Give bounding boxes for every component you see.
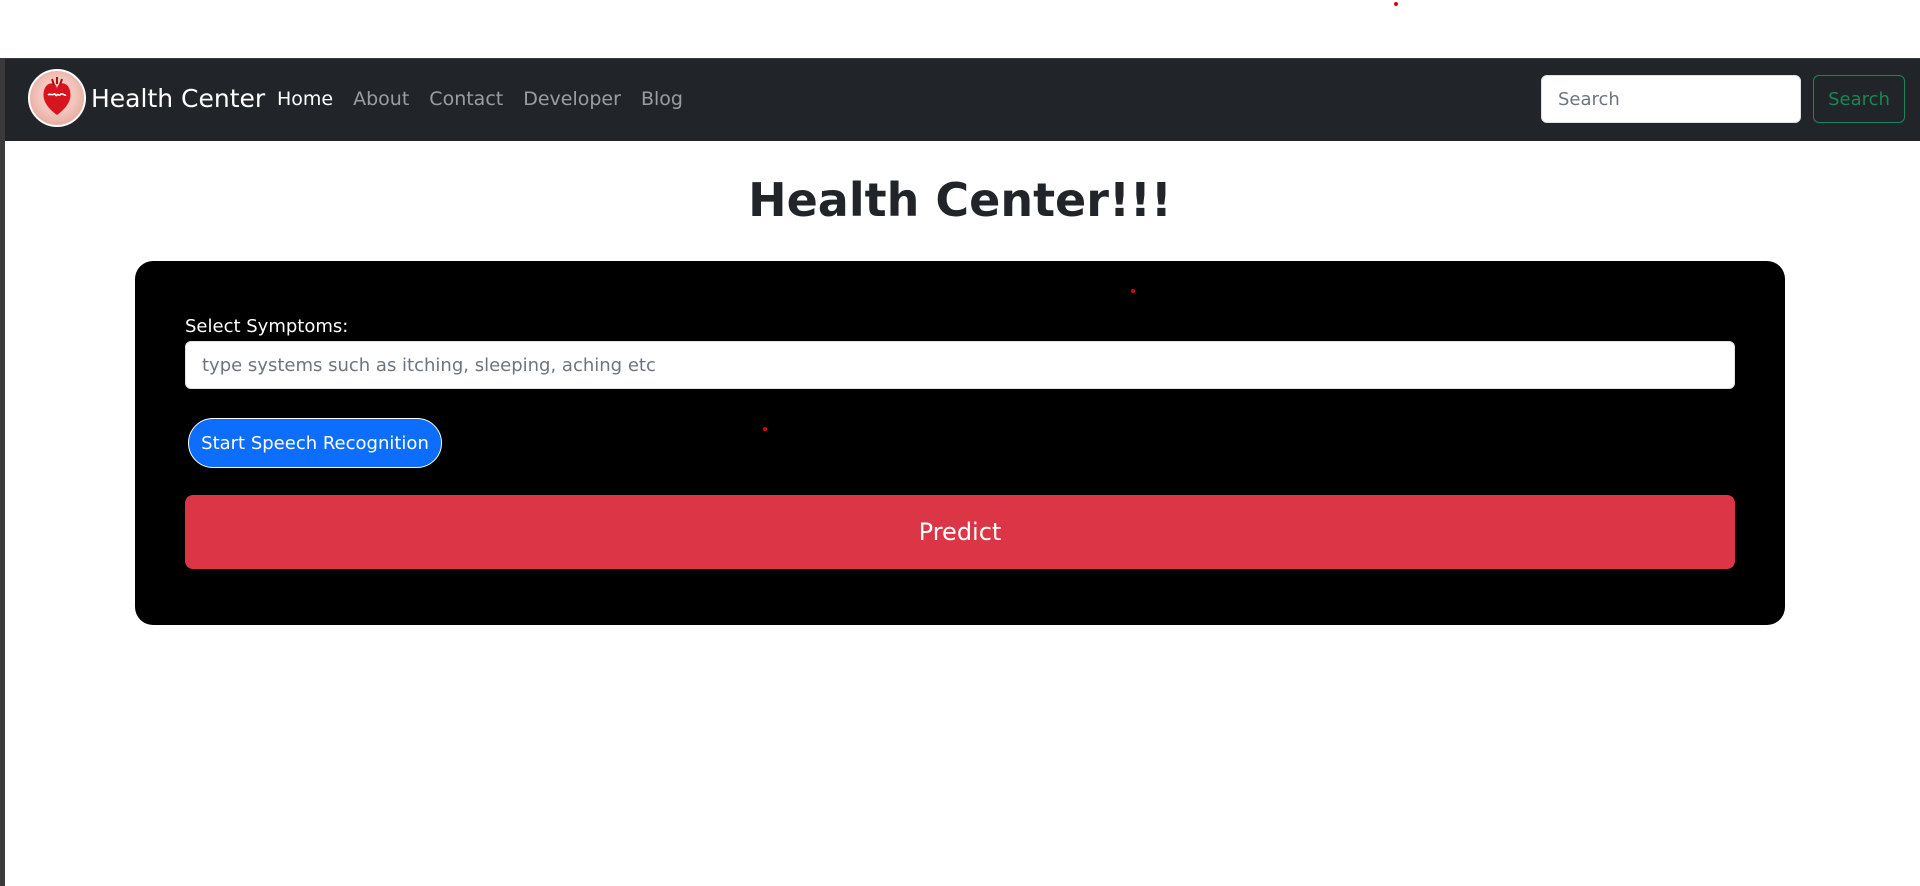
page-title: Health Center!!!	[748, 173, 1172, 227]
nav-link-contact[interactable]: Contact	[419, 86, 513, 112]
search-button[interactable]: Search	[1813, 75, 1905, 123]
symptoms-label: Select Symptoms:	[185, 316, 349, 337]
nav-link-home[interactable]: Home	[267, 86, 343, 112]
symptom-form-card: Select Symptoms: Start Speech Recognitio…	[135, 261, 1785, 625]
browser-top-area	[0, 0, 1920, 58]
symptoms-input[interactable]	[185, 341, 1735, 389]
red-dot-marker	[763, 427, 767, 431]
brand-name[interactable]: Health Center	[91, 83, 265, 115]
nav-link-developer[interactable]: Developer	[513, 86, 631, 112]
start-speech-recognition-button[interactable]: Start Speech Recognition	[188, 418, 442, 468]
navbar: Health Center Home About Contact Develop…	[5, 59, 1920, 141]
heart-logo-icon[interactable]	[28, 69, 86, 127]
nav-links: Home About Contact Developer Blog	[267, 86, 693, 112]
search-input[interactable]	[1541, 75, 1801, 123]
nav-link-about[interactable]: About	[343, 86, 419, 112]
nav-link-blog[interactable]: Blog	[631, 86, 693, 112]
red-dot-marker	[1131, 289, 1135, 293]
predict-button[interactable]: Predict	[185, 495, 1735, 569]
red-dot-marker	[1394, 2, 1398, 6]
